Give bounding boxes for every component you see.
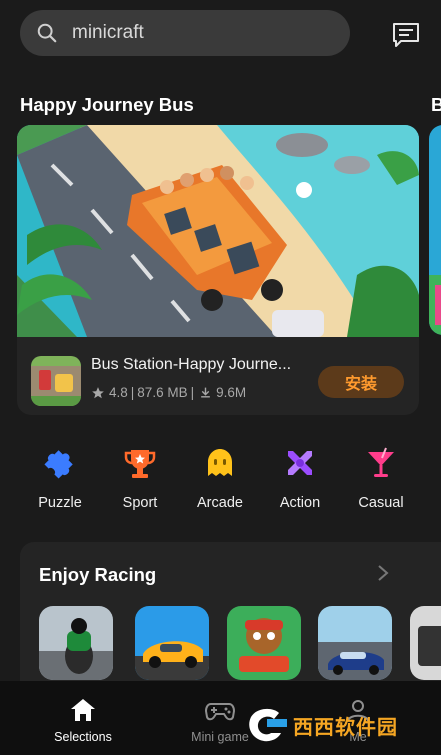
watermark: 西西软件园 bbox=[245, 702, 425, 748]
search-icon bbox=[37, 23, 57, 43]
app-rating: 4.8 bbox=[109, 385, 128, 400]
search-bar[interactable]: minicraft bbox=[20, 10, 350, 56]
category-casual[interactable]: Casual bbox=[341, 446, 421, 511]
watermark-text: 西西软件园 bbox=[293, 716, 398, 739]
category-row: Puzzle Sport Arcade Action Casual bbox=[0, 446, 441, 526]
category-label: Puzzle bbox=[38, 495, 82, 511]
category-label: Action bbox=[279, 495, 321, 511]
game-tile[interactable] bbox=[318, 606, 392, 680]
game-tile-image bbox=[135, 606, 209, 680]
arcade-ghost-icon bbox=[208, 449, 232, 476]
game-tile[interactable] bbox=[135, 606, 209, 680]
category-puzzle[interactable]: Puzzle bbox=[20, 446, 100, 511]
game-tile[interactable] bbox=[39, 606, 113, 680]
racing-section: Enjoy Racing bbox=[20, 542, 441, 702]
category-label: Casual bbox=[358, 495, 404, 511]
game-tile-image bbox=[39, 606, 113, 680]
category-label: Arcade bbox=[197, 495, 243, 511]
watermark-logo-icon bbox=[249, 708, 287, 742]
featured-section-title: Happy Journey Bus bbox=[20, 94, 194, 115]
crossed-swords-icon bbox=[288, 451, 312, 475]
category-arcade[interactable]: Arcade bbox=[180, 446, 260, 511]
download-icon bbox=[201, 387, 210, 398]
gamepad-icon bbox=[205, 703, 235, 721]
next-section-title: B bbox=[431, 94, 441, 115]
trophy-icon bbox=[124, 450, 156, 478]
app-downloads: 9.6M bbox=[216, 385, 247, 400]
app-meta: 4.8 | 87.6 MB | 9.6M bbox=[91, 385, 246, 400]
nav-selections[interactable]: Selections bbox=[33, 697, 133, 744]
nav-label: Selections bbox=[54, 730, 112, 744]
featured-banner-card[interactable]: Bus Station-Happy Journe... 4.8 | 87.6 M… bbox=[17, 125, 419, 415]
install-button[interactable]: 安装 bbox=[318, 366, 404, 398]
search-input[interactable]: minicraft bbox=[72, 22, 144, 44]
puzzle-icon bbox=[44, 450, 73, 479]
star-icon bbox=[92, 386, 104, 398]
app-name: Bus Station-Happy Journe... bbox=[91, 356, 292, 373]
app-size: 87.6 MB bbox=[137, 385, 188, 400]
cocktail-icon bbox=[368, 447, 394, 477]
game-tile-image bbox=[410, 606, 441, 680]
chevron-right-icon[interactable] bbox=[376, 564, 390, 582]
category-sport[interactable]: Sport bbox=[100, 446, 180, 511]
next-banner-card[interactable] bbox=[429, 125, 441, 335]
featured-app-row[interactable]: Bus Station-Happy Journe... 4.8 | 87.6 M… bbox=[17, 337, 419, 415]
game-tile[interactable] bbox=[227, 606, 301, 680]
next-banner-image bbox=[429, 125, 441, 335]
featured-banner-image bbox=[17, 125, 419, 337]
game-tile-image bbox=[318, 606, 392, 680]
racing-section-title: Enjoy Racing bbox=[39, 564, 157, 585]
game-tile[interactable] bbox=[410, 606, 441, 680]
category-label: Sport bbox=[122, 495, 158, 511]
game-tile-image bbox=[227, 606, 301, 680]
home-icon bbox=[71, 699, 95, 721]
category-action[interactable]: Action bbox=[260, 446, 340, 511]
message-icon[interactable] bbox=[392, 22, 420, 48]
app-icon bbox=[31, 356, 81, 406]
